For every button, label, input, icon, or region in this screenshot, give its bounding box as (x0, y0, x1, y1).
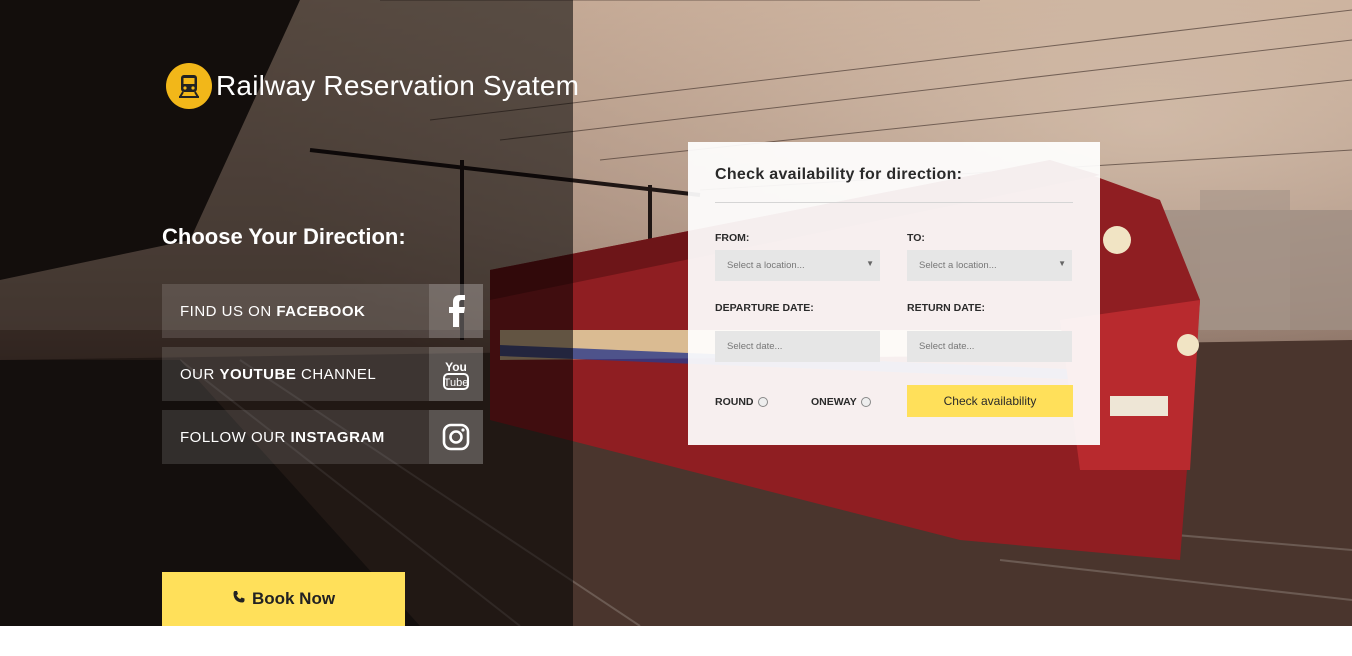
facebook-link[interactable]: FIND US ON FACEBOOK (162, 284, 483, 338)
to-select[interactable]: Select a location... ▼ (907, 250, 1072, 281)
direction-heading: Choose Your Direction: (162, 224, 406, 249)
to-select-value: Select a location... (919, 260, 997, 271)
youtube-link-label: OUR YOUTUBE CHANNEL (180, 365, 377, 383)
instagram-icon (429, 410, 483, 464)
oneway-option[interactable]: ONEWAY (811, 396, 871, 408)
instagram-link[interactable]: FOLLOW OUR INSTAGRAM (162, 410, 483, 464)
instagram-link-label: FOLLOW OUR INSTAGRAM (180, 428, 385, 446)
form-divider (715, 202, 1073, 203)
round-radio[interactable] (757, 397, 768, 408)
youtube-icon: You Tube (429, 347, 483, 401)
oneway-label: ONEWAY (811, 396, 857, 408)
oneway-radio[interactable] (860, 397, 871, 408)
return-date-field[interactable]: Select date... (907, 331, 1072, 362)
facebook-icon (429, 284, 483, 338)
chevron-down-icon: ▼ (1058, 259, 1066, 268)
return-date-placeholder: Select date... (919, 341, 975, 352)
book-now-label: Book Now (251, 589, 336, 608)
return-date-label: RETURN DATE: (907, 302, 985, 314)
form-title: Check availability for direction: (715, 166, 963, 183)
phone-icon (232, 589, 246, 609)
round-option[interactable]: ROUND (715, 396, 768, 408)
departure-date-field[interactable]: Select date... (715, 331, 880, 362)
from-select[interactable]: Select a location... ▼ (715, 250, 880, 281)
brand-logo[interactable]: Railway Reservation Syatem (166, 63, 579, 109)
site-title: Railway Reservation Syatem (216, 70, 580, 101)
youtube-link[interactable]: OUR YOUTUBE CHANNEL You Tube (162, 347, 483, 401)
svg-text:Tube: Tube (444, 377, 469, 389)
svg-text:You: You (445, 360, 467, 374)
train-icon (166, 63, 212, 109)
departure-date-label: DEPARTURE DATE: (715, 302, 814, 314)
departure-date-placeholder: Select date... (727, 341, 783, 352)
chevron-down-icon: ▼ (866, 259, 874, 268)
round-label: ROUND (715, 396, 754, 408)
availability-form: Check availability for direction: FROM: … (688, 142, 1100, 445)
page-bottom (0, 626, 1352, 656)
check-availability-button[interactable]: Check availability (907, 385, 1073, 417)
to-label: TO: (907, 232, 925, 244)
book-now-button[interactable]: Book Now (162, 572, 405, 626)
from-label: FROM: (715, 232, 750, 244)
from-select-value: Select a location... (727, 260, 805, 271)
facebook-link-label: FIND US ON FACEBOOK (180, 302, 366, 320)
